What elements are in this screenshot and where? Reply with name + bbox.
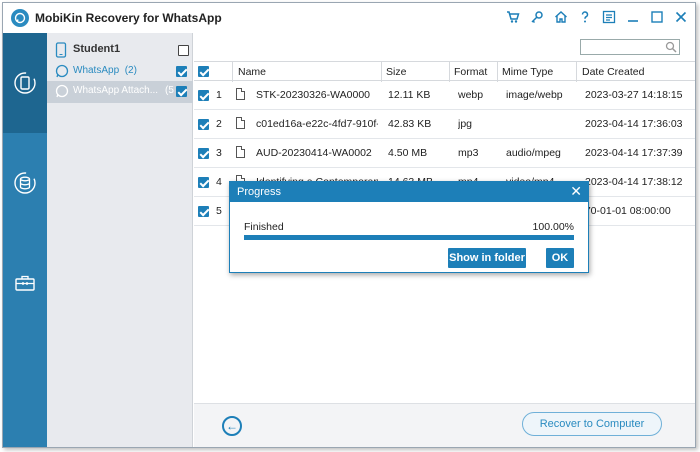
title-bar-controls xyxy=(505,9,689,25)
minimize-icon[interactable] xyxy=(625,9,641,25)
tree-item-attachments-label: WhatsApp Attach... xyxy=(73,85,159,96)
dialog-title-bar: Progress ✕ xyxy=(230,182,588,202)
bottom-bar: ← Recover to Computer xyxy=(194,403,695,447)
search-icon[interactable] xyxy=(665,41,677,53)
tree-item-whatsapp-attachments[interactable]: WhatsApp Attach... (5 xyxy=(47,81,193,103)
row-index: 4 xyxy=(216,176,222,188)
column-header-size[interactable]: Size xyxy=(386,66,406,78)
table-row[interactable]: 2 c01ed16a-e22c-4fd7-910f-a... 42.83 KB … xyxy=(194,110,695,139)
whatsapp-attachment-icon xyxy=(55,84,69,98)
progress-status: Finished xyxy=(244,221,284,233)
attachments-checkbox[interactable] xyxy=(176,86,187,97)
row-date: 2023-04-14 17:36:03 xyxy=(585,118,683,130)
row-checkbox[interactable] xyxy=(198,148,209,159)
row-format: jpg xyxy=(458,118,473,130)
row-checkbox[interactable] xyxy=(198,206,209,217)
progress-bar xyxy=(244,235,574,240)
whatsapp-icon xyxy=(55,64,69,78)
row-size: 12.11 KB xyxy=(388,89,431,101)
left-navigation xyxy=(3,33,47,447)
row-date: 2023-04-14 17:38:12 xyxy=(585,176,683,188)
dialog-close-icon[interactable]: ✕ xyxy=(570,183,582,199)
category-tree: Student1 WhatsApp (2) WhatsApp Attach...… xyxy=(47,33,193,447)
progress-percent: 100.00% xyxy=(532,221,574,233)
key-icon[interactable] xyxy=(529,9,545,25)
close-icon[interactable] xyxy=(673,9,689,25)
row-format: webp xyxy=(458,89,484,101)
row-checkbox[interactable] xyxy=(198,177,209,188)
show-in-folder-button[interactable]: Show in folder xyxy=(448,248,526,268)
row-index: 1 xyxy=(216,89,222,101)
device-checkbox[interactable] xyxy=(178,45,189,56)
nav-toolkit[interactable] xyxy=(3,233,47,333)
progress-dialog: Progress ✕ Finished 100.00% Show in fold… xyxy=(229,181,589,273)
row-index: 3 xyxy=(216,147,222,159)
phone-icon xyxy=(55,42,67,58)
row-date: 970-01-01 08:00:00 xyxy=(579,205,671,217)
feedback-icon[interactable] xyxy=(601,9,617,25)
nav-device-recovery[interactable] xyxy=(3,33,47,133)
row-name: STK-20230326-WA0000 xyxy=(256,89,371,101)
column-header-date-created[interactable]: Date Created xyxy=(582,66,644,78)
table-row[interactable]: 3 AUD-20230414-WA0002 4.50 MB mp3 audio/… xyxy=(194,139,695,168)
database-icon xyxy=(14,172,36,194)
back-arrow-icon[interactable]: ← xyxy=(222,416,242,436)
column-header-name[interactable]: Name xyxy=(238,66,266,78)
app-logo-icon xyxy=(11,9,29,27)
row-date: 2023-04-14 17:37:39 xyxy=(585,147,683,159)
row-mime: image/webp xyxy=(506,89,563,101)
tree-device-row[interactable]: Student1 xyxy=(47,39,193,61)
tree-device-label: Student1 xyxy=(73,43,121,55)
row-checkbox[interactable] xyxy=(198,90,209,101)
title-bar: MobiKin Recovery for WhatsApp xyxy=(3,3,695,33)
row-index: 5 xyxy=(216,205,222,217)
whatsapp-checkbox[interactable] xyxy=(176,66,187,77)
file-icon xyxy=(236,88,245,100)
table-row[interactable]: 1 STK-20230326-WA0000 12.11 KB webp imag… xyxy=(194,81,695,110)
row-date: 2023-03-27 14:18:15 xyxy=(585,89,683,101)
maximize-icon[interactable] xyxy=(649,9,665,25)
recover-to-computer-button[interactable]: Recover to Computer xyxy=(522,412,662,436)
row-name: c01ed16a-e22c-4fd7-910f-a... xyxy=(256,118,378,130)
app-title: MobiKin Recovery for WhatsApp xyxy=(35,11,222,25)
search-input[interactable] xyxy=(580,39,680,55)
tree-item-attachments-count: (5 xyxy=(165,85,174,96)
column-header-mime-type[interactable]: Mime Type xyxy=(502,66,553,78)
tree-item-whatsapp[interactable]: WhatsApp (2) xyxy=(47,61,193,83)
tree-item-whatsapp-label: WhatsApp (2) xyxy=(73,65,137,76)
row-name: AUD-20230414-WA0002 xyxy=(256,147,372,159)
column-header-format[interactable]: Format xyxy=(454,66,487,78)
row-index: 2 xyxy=(216,118,222,130)
dialog-title: Progress xyxy=(237,186,282,198)
file-icon xyxy=(236,117,245,129)
phone-recover-icon xyxy=(14,72,36,94)
home-icon[interactable] xyxy=(553,9,569,25)
toolbox-icon xyxy=(15,275,35,291)
select-all-checkbox[interactable] xyxy=(198,66,209,77)
progress-bar-fill xyxy=(244,235,574,240)
row-size: 42.83 KB xyxy=(388,118,432,130)
row-size: 4.50 MB xyxy=(388,147,428,159)
help-icon[interactable] xyxy=(577,9,593,25)
row-mime: audio/mpeg xyxy=(506,147,561,159)
file-icon xyxy=(236,146,245,158)
row-checkbox[interactable] xyxy=(198,119,209,130)
row-format: mp3 xyxy=(458,147,479,159)
ok-button[interactable]: OK xyxy=(546,248,574,268)
nav-database-recovery[interactable] xyxy=(3,133,47,233)
cart-icon[interactable] xyxy=(505,9,521,25)
table-header: Name Size Format Mime Type Date Created xyxy=(194,61,695,82)
